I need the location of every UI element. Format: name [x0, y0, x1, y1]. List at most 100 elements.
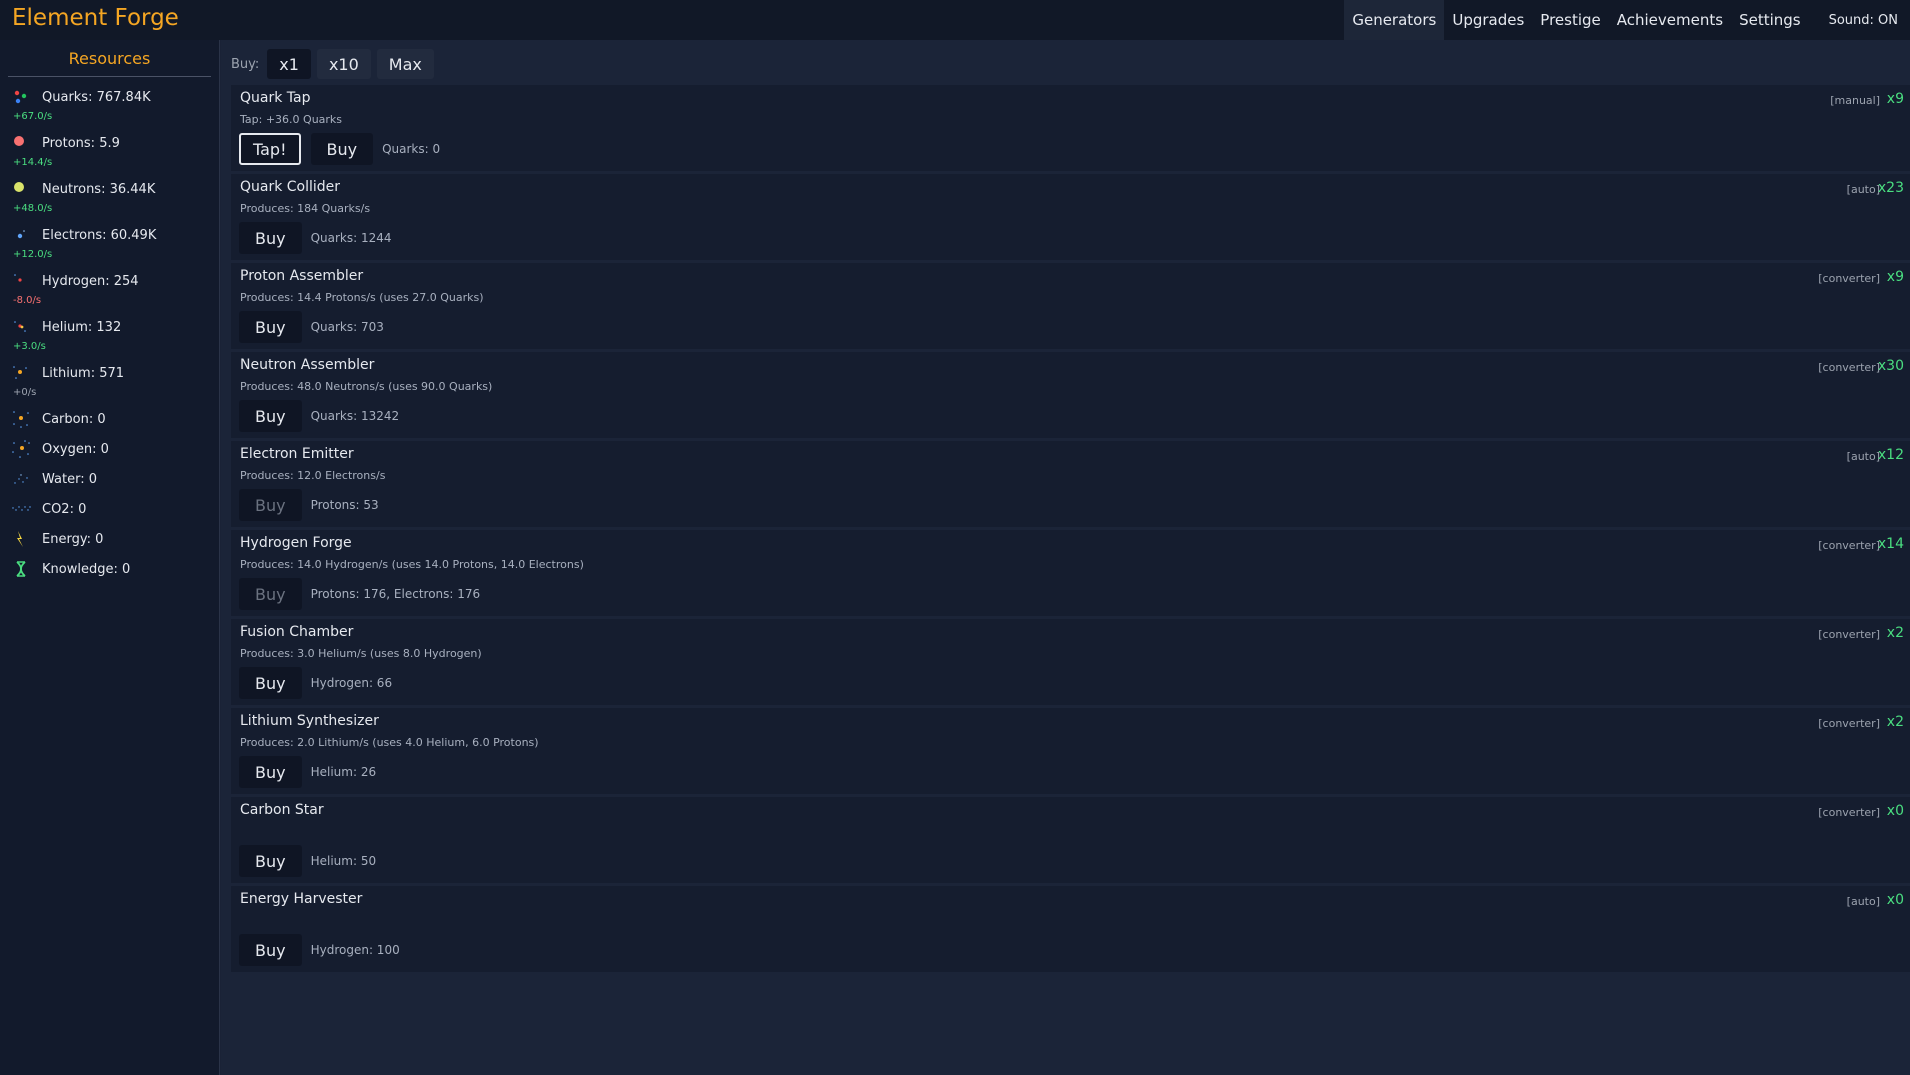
generator-type: [converter]: [1818, 717, 1880, 730]
generator-card-fusion-chamber: Fusion Chamber Produces: 3.0 Helium/s (us…: [231, 619, 1910, 705]
generator-type: [converter]: [1818, 806, 1880, 819]
resource-rate: +0/s: [13, 387, 37, 398]
resource-item: Protons: 5.9 +14.4/s: [0, 130, 219, 176]
resource-amount: Neutrons: 36.44K: [42, 182, 156, 197]
generator-card-proton-assembler: Proton Assembler Produces: 14.4 Protons/s…: [231, 263, 1910, 349]
generator-card-hydrogen-forge: Hydrogen Forge Produces: 14.0 Hydrogen/s …: [231, 530, 1910, 616]
tab-upgrades[interactable]: Upgrades: [1444, 0, 1532, 40]
top-bar: Element Forge Generators Upgrades Presti…: [0, 0, 1910, 40]
generator-count: x12: [1877, 447, 1904, 463]
buy-button[interactable]: Buy: [239, 845, 302, 877]
generator-actions: Buy Hydrogen: 66: [239, 667, 392, 699]
hydrogen-atom-icon: [11, 271, 31, 291]
generator-actions: Buy Protons: 176, Electrons: 176: [239, 578, 480, 610]
buy-max-button[interactable]: Max: [376, 49, 434, 79]
tab-settings[interactable]: Settings: [1731, 0, 1809, 40]
generator-count: x30: [1877, 358, 1904, 374]
tap-button[interactable]: Tap!: [239, 133, 301, 165]
generator-actions: Buy Helium: 26: [239, 756, 376, 788]
generator-card-quark-collider: Quark Collider Produces: 184 Quarks/s [aut…: [231, 174, 1910, 260]
resource-amount: Protons: 5.9: [42, 136, 120, 151]
generator-type: [auto]: [1846, 450, 1880, 463]
buy-button[interactable]: Buy: [239, 222, 302, 254]
generator-description: Produces: 14.4 Protons/s (uses 27.0 Quar…: [240, 291, 484, 304]
generator-description: Produces: 2.0 Lithium/s (uses 4.0 Helium…: [240, 736, 539, 749]
resource-item: Quarks: 767.84K +67.0/s: [0, 84, 219, 130]
resource-amount: Hydrogen: 254: [42, 274, 139, 289]
buy-button[interactable]: Buy: [239, 578, 302, 610]
generator-name: Electron Emitter: [240, 446, 354, 462]
dna-icon: [11, 559, 31, 579]
generator-description: Produces: 12.0 Electrons/s: [240, 469, 386, 482]
resource-item: Water: 0: [0, 466, 219, 496]
water-molecule-icon: [11, 469, 31, 489]
buy-button[interactable]: Buy: [310, 133, 374, 165]
main-nav: Generators Upgrades Prestige Achievement…: [1344, 0, 1910, 40]
generator-card-electron-emitter: Electron Emitter Produces: 12.0 Electrons…: [231, 441, 1910, 527]
buy-x1-button[interactable]: x1: [267, 49, 311, 79]
resource-item: Hydrogen: 254 -8.0/s: [0, 268, 219, 314]
buy-button[interactable]: Buy: [239, 756, 302, 788]
buy-button[interactable]: Buy: [239, 311, 302, 343]
generator-cost: Quarks: 13242: [310, 409, 400, 423]
generator-type: [converter]: [1818, 628, 1880, 641]
generator-type: [converter]: [1818, 272, 1880, 285]
buy-button[interactable]: Buy: [239, 934, 302, 966]
resource-item: Oxygen: 0: [0, 436, 219, 466]
resources-header: Resources: [8, 49, 211, 77]
generator-count: x2: [1886, 714, 1904, 730]
generator-name: Fusion Chamber: [240, 624, 354, 640]
buy-button[interactable]: Buy: [239, 667, 302, 699]
buy-button[interactable]: Buy: [239, 489, 302, 521]
generator-list: Quark Tap Tap: +36.0 Quarks [manual] x9 Tap!…: [231, 85, 1910, 975]
resource-amount: Carbon: 0: [42, 412, 106, 427]
resource-rate: +67.0/s: [13, 111, 53, 122]
generator-name: Energy Harvester: [240, 891, 363, 907]
generator-count: x23: [1877, 180, 1904, 196]
co2-molecule-icon: [11, 499, 31, 519]
generator-count: x0: [1886, 892, 1904, 908]
generator-actions: Buy Hydrogen: 100: [239, 934, 400, 966]
resource-item: Electrons: 60.49K +12.0/s: [0, 222, 219, 268]
lithium-atom-icon: [11, 363, 31, 383]
generator-actions: Buy Protons: 53: [239, 489, 379, 521]
tab-generators[interactable]: Generators: [1344, 0, 1445, 40]
generator-type: [auto]: [1846, 183, 1880, 196]
generator-count: x2: [1886, 625, 1904, 641]
neutron-icon: [11, 179, 31, 199]
generator-description: Tap: +36.0 Quarks: [240, 113, 343, 126]
proton-icon: [11, 133, 31, 153]
generators-panel: Buy: x1 x10 Max Quark Tap Tap: +36.0 Quar…: [221, 40, 1910, 1075]
resource-amount: Lithium: 571: [42, 366, 125, 381]
resource-item: Energy: 0: [0, 526, 219, 556]
resource-amount: Water: 0: [42, 472, 97, 487]
tab-prestige[interactable]: Prestige: [1532, 0, 1608, 40]
generator-cost: Protons: 53: [310, 498, 379, 512]
resource-rate: +48.0/s: [13, 203, 53, 214]
generator-count: x0: [1886, 803, 1904, 819]
resource-item: CO2: 0: [0, 496, 219, 526]
resource-amount: Oxygen: 0: [42, 442, 109, 457]
quark-icon: [11, 87, 31, 107]
buy-button[interactable]: Buy: [239, 400, 302, 432]
generator-type: [converter]: [1818, 361, 1880, 374]
resource-rate: +14.4/s: [13, 157, 53, 168]
generator-cost: Quarks: 703: [310, 320, 384, 334]
resource-item: Carbon: 0: [0, 406, 219, 436]
buy-x10-button[interactable]: x10: [316, 49, 371, 79]
generator-description: Produces: 3.0 Helium/s (uses 8.0 Hydroge…: [240, 647, 482, 660]
generator-type: [converter]: [1818, 539, 1880, 552]
generator-actions: Tap! Buy Quarks: 0: [239, 133, 440, 165]
generator-count: x14: [1877, 536, 1904, 552]
helium-atom-icon: [11, 317, 31, 337]
generator-name: Neutron Assembler: [240, 357, 375, 373]
generator-count: x9: [1886, 269, 1904, 285]
tab-achievements[interactable]: Achievements: [1609, 0, 1731, 40]
generator-description: Produces: 48.0 Neutrons/s (uses 90.0 Qua…: [240, 380, 493, 393]
generator-type: [auto]: [1846, 895, 1880, 908]
generator-card-quark-tap: Quark Tap Tap: +36.0 Quarks [manual] x9 Tap!…: [231, 85, 1910, 171]
buy-multiplier-bar: Buy: x1 x10 Max: [231, 48, 440, 80]
generator-name: Quark Tap: [240, 90, 311, 106]
generator-card-energy-harvester: Energy Harvester [auto] x0 Buy Hydrogen: 100: [231, 886, 1910, 972]
sound-toggle[interactable]: Sound: ON: [1809, 0, 1910, 40]
